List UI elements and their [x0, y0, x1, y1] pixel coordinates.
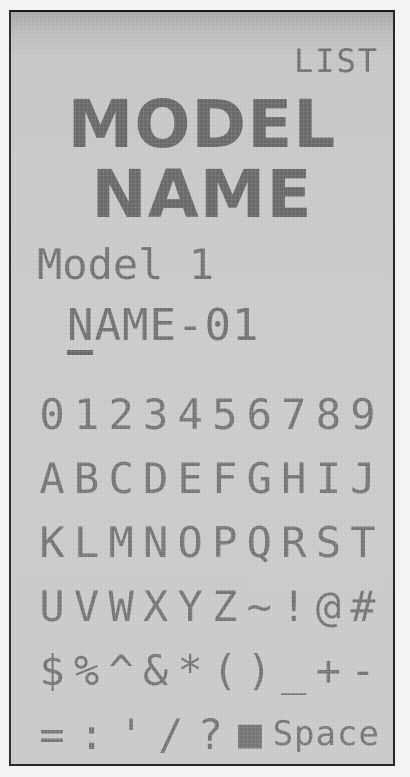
char-key[interactable]: ~: [242, 582, 276, 631]
char-key[interactable]: %: [70, 646, 104, 695]
title-line-2: NAME: [91, 156, 313, 233]
char-key[interactable]: ^: [104, 646, 138, 695]
char-key[interactable]: L: [70, 518, 104, 567]
char-key[interactable]: O: [173, 518, 207, 567]
char-key[interactable]: 3: [139, 390, 173, 439]
char-key[interactable]: N: [139, 518, 173, 567]
char-key[interactable]: X: [139, 582, 173, 631]
char-key[interactable]: F: [208, 454, 242, 503]
model-label: Model 1: [37, 240, 215, 289]
char-key[interactable]: I: [311, 454, 345, 503]
char-key[interactable]: ): [242, 646, 276, 695]
char-key[interactable]: U: [35, 582, 69, 631]
name-field[interactable]: N AME-01: [67, 300, 260, 355]
space-key[interactable]: Space: [273, 714, 380, 754]
character-grid: 0 1 2 3 4 5 6 7 8 9 A B C D E F G H I J …: [35, 382, 380, 764]
char-key[interactable]: W: [104, 582, 138, 631]
char-key[interactable]: Y: [173, 582, 207, 631]
char-key[interactable]: Z: [208, 582, 242, 631]
char-key[interactable]: B: [70, 454, 104, 503]
char-row-symbols: $ % ^ & * ( ) _ + -: [35, 638, 380, 702]
char-row-u-hash: U V W X Y Z ~ ! @ #: [35, 574, 380, 638]
char-row-a-j: A B C D E F G H I J: [35, 446, 380, 510]
char-key[interactable]: H: [277, 454, 311, 503]
char-key[interactable]: 0: [35, 390, 69, 439]
char-key[interactable]: R: [277, 518, 311, 567]
char-key[interactable]: J: [346, 454, 380, 503]
char-key[interactable]: M: [104, 518, 138, 567]
char-key[interactable]: $: [35, 646, 69, 695]
char-row-k-t: K L M N O P Q R S T: [35, 510, 380, 574]
char-key[interactable]: !: [277, 582, 311, 631]
lcd-screen: LIST MODEL NAME Model 1 N AME-01 0 1 2 3 …: [9, 10, 395, 766]
char-key[interactable]: P: [208, 518, 242, 567]
char-key[interactable]: =: [35, 710, 69, 759]
char-key[interactable]: @: [311, 582, 345, 631]
char-key[interactable]: Q: [242, 518, 276, 567]
char-key[interactable]: A: [35, 454, 69, 503]
char-key[interactable]: V: [70, 582, 104, 631]
char-key[interactable]: #: [346, 582, 380, 631]
char-key[interactable]: E: [173, 454, 207, 503]
char-key[interactable]: 9: [346, 390, 380, 439]
char-key[interactable]: G: [242, 454, 276, 503]
char-key[interactable]: 5: [208, 390, 242, 439]
char-key[interactable]: 1: [70, 390, 104, 439]
char-key[interactable]: +: [311, 646, 345, 695]
char-key[interactable]: C: [104, 454, 138, 503]
title-line-1: MODEL: [67, 86, 337, 163]
cursor-underline: [67, 350, 93, 355]
char-key[interactable]: 7: [277, 390, 311, 439]
cursor-character[interactable]: N: [67, 300, 95, 355]
char-key[interactable]: &: [139, 646, 173, 695]
char-row-digits: 0 1 2 3 4 5 6 7 8 9: [35, 382, 380, 446]
char-key[interactable]: 6: [242, 390, 276, 439]
char-key[interactable]: *: [173, 646, 207, 695]
char-key[interactable]: K: [35, 518, 69, 567]
char-key[interactable]: ?: [193, 710, 227, 759]
char-key[interactable]: /: [154, 710, 188, 759]
char-row-last: = : ' / ? ■ Space: [35, 702, 380, 764]
char-key[interactable]: S: [311, 518, 345, 567]
device-frame: LIST MODEL NAME Model 1 N AME-01 0 1 2 3 …: [0, 0, 410, 777]
char-key[interactable]: (: [208, 646, 242, 695]
char-key[interactable]: 8: [311, 390, 345, 439]
char-key[interactable]: D: [139, 454, 173, 503]
name-field-rest: AME-01: [94, 300, 260, 351]
char-key[interactable]: 4: [173, 390, 207, 439]
char-key[interactable]: 2: [104, 390, 138, 439]
char-key[interactable]: -: [346, 646, 380, 695]
char-key[interactable]: _: [277, 646, 311, 695]
char-key[interactable]: ': [114, 710, 148, 759]
char-key[interactable]: :: [75, 710, 109, 759]
block-key[interactable]: ■: [233, 711, 267, 757]
char-key[interactable]: T: [346, 518, 380, 567]
list-label[interactable]: LIST: [294, 42, 379, 80]
cursor-character-text: N: [67, 300, 95, 351]
